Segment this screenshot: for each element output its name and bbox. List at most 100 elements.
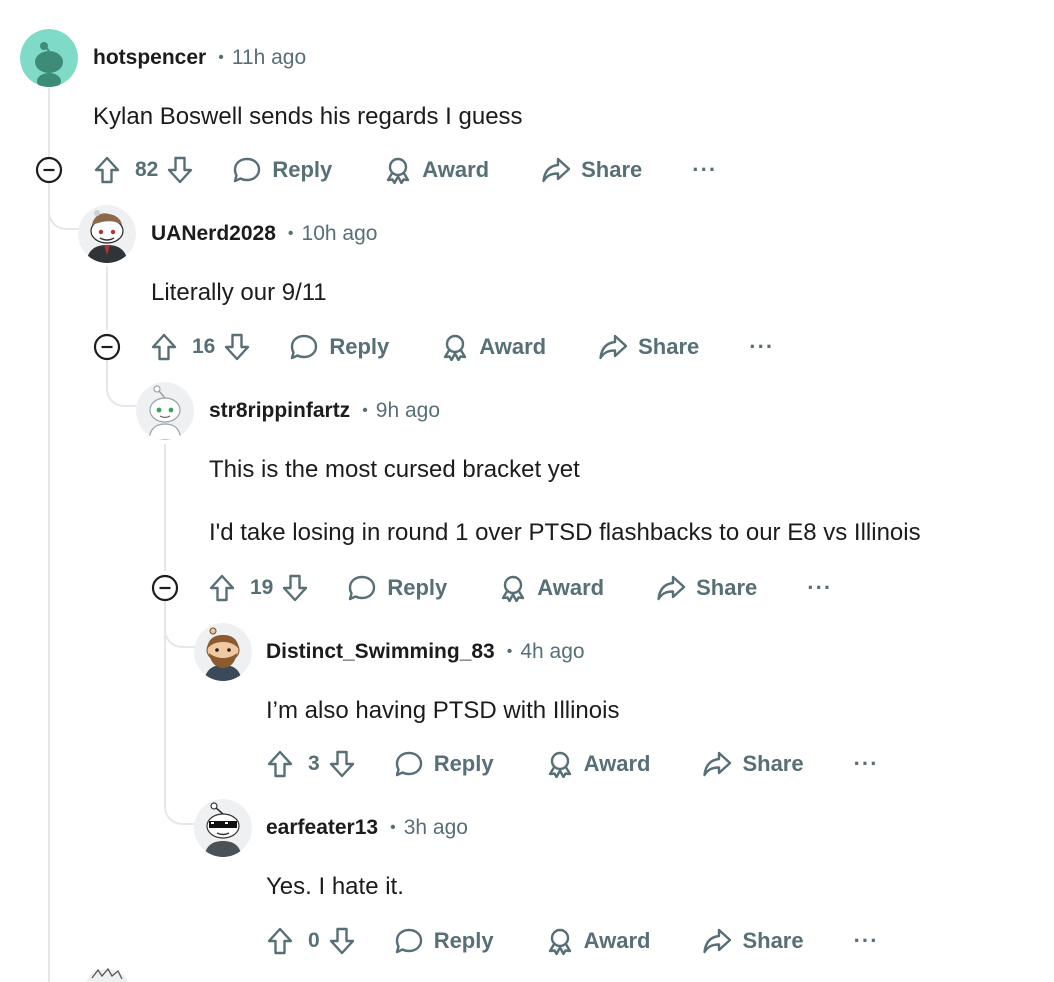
share-label: Share [696,575,758,600]
share-label: Share [638,334,700,359]
downvote-icon[interactable] [328,749,356,779]
award-button[interactable]: Award [384,156,489,184]
snoo-avatar-icon [136,382,194,440]
upvote-icon[interactable] [208,573,236,603]
thread-line-root [48,88,50,982]
avatar[interactable] [20,29,78,87]
award-label: Award [583,928,651,953]
award-button[interactable]: Award [546,927,651,955]
award-label: Award [537,575,605,600]
downvote-icon[interactable] [166,155,194,185]
downvote-icon[interactable] [328,926,356,956]
downvote-icon[interactable] [281,573,309,603]
snoo-avatar-icon [20,29,78,87]
award-icon [444,334,467,361]
reply-icon [395,751,422,777]
comment-meta: UANerd2028 • 10h ago [151,219,377,249]
snoo-avatar-icon [78,205,136,263]
upvote-icon[interactable] [93,155,121,185]
reply-icon [395,928,422,954]
timestamp[interactable]: 10h ago [302,222,378,246]
more-options-button[interactable]: ··· [807,575,832,601]
vote-count: 3 [308,752,320,775]
share-button[interactable]: Share [656,574,757,602]
comment-actions: 19 Reply Award Share ··· [208,568,832,608]
reply-icon [234,157,261,183]
comment-meta: earfeater13 • 3h ago [266,813,468,843]
timestamp[interactable]: 11h ago [232,46,306,70]
award-icon [548,928,571,955]
award-button[interactable]: Award [546,750,651,778]
comment-body: Literally our 9/11 [151,279,327,306]
comment-actions: 82 Reply Award Share ··· [93,150,717,190]
comment-body-line: This is the most cursed bracket yet [209,456,580,483]
thread-elbow [164,600,198,648]
reply-button[interactable]: Reply [394,927,494,955]
username[interactable]: UANerd2028 [151,222,276,246]
share-label: Share [742,751,804,776]
thread-elbow [106,360,140,407]
avatar[interactable] [194,623,252,681]
avatar[interactable] [78,966,136,982]
reply-button[interactable]: Reply [394,750,494,778]
upvote-icon[interactable] [266,926,294,956]
award-label: Award [422,157,490,182]
share-icon [703,928,732,954]
award-icon [387,157,410,184]
comment-meta: hotspencer • 11h ago [93,43,306,73]
thread-elbow [48,182,82,230]
reply-button[interactable]: Reply [347,574,447,602]
award-icon [548,751,571,778]
comment-body-line: I'd take losing in round 1 over PTSD fla… [209,519,921,546]
snoo-avatar-icon [194,623,252,681]
username[interactable]: Distinct_Swimming_83 [266,640,495,664]
timestamp[interactable]: 9h ago [376,399,440,423]
vote-count: 82 [135,158,159,181]
separator-dot: • [362,402,368,419]
reply-button[interactable]: Reply [232,156,332,184]
timestamp[interactable]: 3h ago [404,816,468,840]
reply-label: Reply [433,751,494,776]
more-options-button[interactable]: ··· [749,334,774,360]
collapse-thread-icon[interactable] [93,333,121,361]
share-label: Share [742,928,804,953]
reply-button[interactable]: Reply [289,333,389,361]
award-button[interactable]: Award [441,333,546,361]
username[interactable]: hotspencer [93,46,206,70]
award-label: Award [479,334,547,359]
share-icon [657,575,686,601]
reply-icon [349,575,376,601]
upvote-icon[interactable] [266,749,294,779]
username[interactable]: str8rippinfartz [209,399,350,423]
comment-actions: 16 Reply Award Share ··· [150,327,774,367]
share-button[interactable]: Share [541,156,642,184]
vote-count: 16 [192,335,216,358]
more-options-button[interactable]: ··· [692,157,717,183]
award-icon [502,575,525,602]
reply-label: Reply [272,157,333,182]
share-button[interactable]: Share [702,750,804,778]
vote-count: 19 [250,576,274,599]
thread-elbow [164,780,198,825]
comment-body: I’m also having PTSD with Illinois [266,697,620,724]
reply-label: Reply [433,928,494,953]
avatar[interactable] [78,205,136,263]
separator-dot: • [506,643,513,660]
upvote-icon[interactable] [150,332,178,362]
timestamp[interactable]: 4h ago [520,640,584,664]
username[interactable]: earfeater13 [266,816,378,840]
more-options-button[interactable]: ··· [854,751,879,777]
avatar[interactable] [136,382,194,440]
collapse-thread-icon[interactable] [35,156,63,184]
share-button[interactable]: Share [702,927,804,955]
avatar[interactable] [194,799,252,857]
more-options-button[interactable]: ··· [854,928,879,954]
collapse-thread-icon[interactable] [151,574,179,602]
comment-meta: str8rippinfartz • 9h ago [209,396,440,426]
reply-icon [291,334,318,360]
award-button[interactable]: Award [499,574,604,602]
award-label: Award [583,751,651,776]
downvote-icon[interactable] [223,332,251,362]
share-button[interactable]: Share [598,333,699,361]
comment-meta: Distinct_Swimming_83 • 4h ago [266,637,585,667]
